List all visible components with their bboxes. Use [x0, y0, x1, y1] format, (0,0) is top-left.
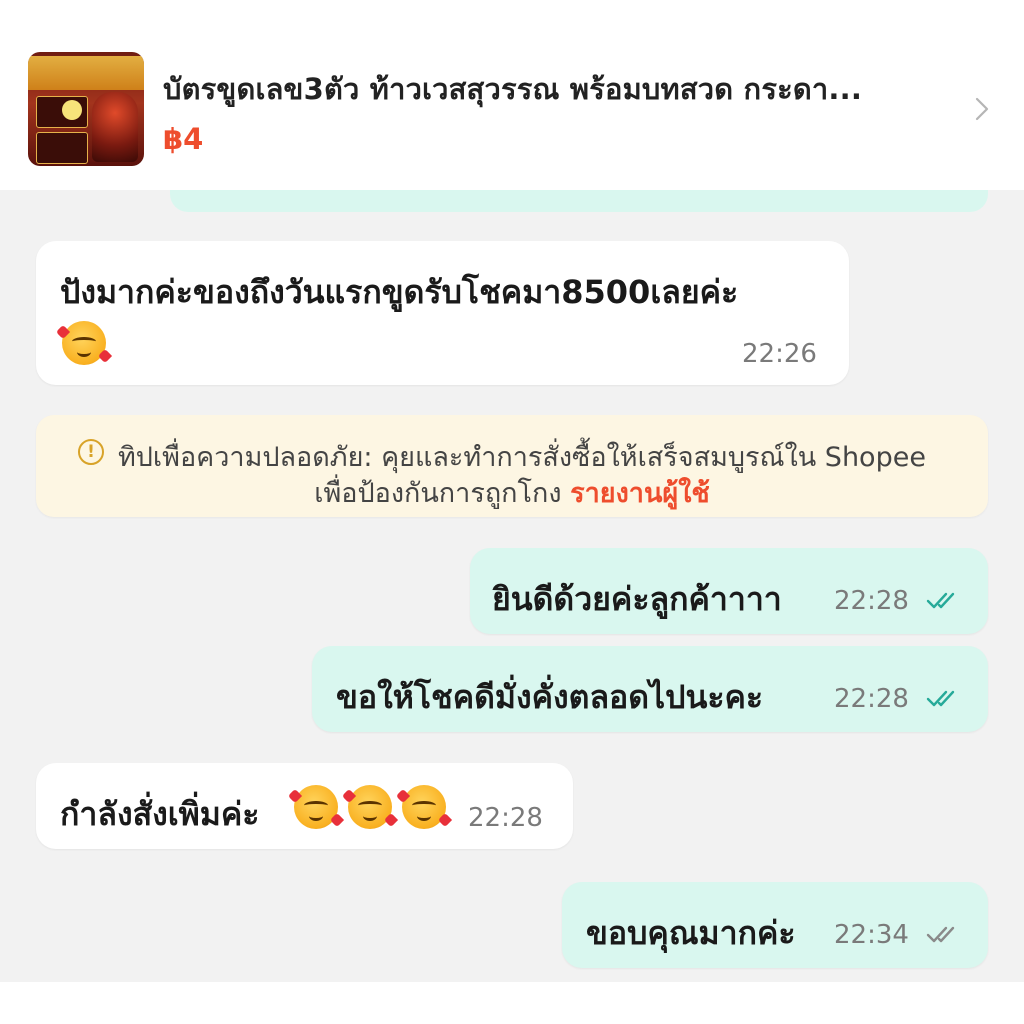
product-price: ฿4 — [163, 122, 204, 156]
message-bubble-incoming[interactable]: กำลังสั่งเพิ่มค่ะ 22:28 — [36, 763, 573, 849]
smiling-face-with-hearts-icon — [348, 785, 392, 829]
info-icon: ! — [78, 439, 104, 465]
message-bubble-outgoing[interactable]: ยินดีด้วยค่ะลูกค้าาาา 22:28 — [470, 548, 988, 634]
chevron-right-icon[interactable] — [972, 96, 992, 122]
message-time: 22:28 — [834, 684, 909, 714]
message-bubble-outgoing[interactable]: ขอให้โชคดีมั่งคั่งตลอดไปนะคะ 22:28 — [312, 646, 988, 732]
message-time: 22:28 — [468, 803, 543, 833]
message-text: ปังมากค่ะของถึงวันแรกขูดรับโชคมา8500เลยค… — [60, 273, 739, 311]
message-bubble-outgoing[interactable]: ขอบคุณมากค่ะ 22:34 — [562, 882, 988, 968]
chat-screen: บัตรขูดเลข3ตัว ท้าวเวสสุวรรณ พร้อมบทสวด … — [0, 0, 1024, 1024]
read-receipt-icon — [926, 690, 955, 707]
message-text: ขอให้โชคดีมั่งคั่งตลอดไปนะคะ — [336, 678, 764, 716]
product-card[interactable]: บัตรขูดเลข3ตัว ท้าวเวสสุวรรณ พร้อมบทสวด … — [0, 0, 1024, 190]
product-title[interactable]: บัตรขูดเลข3ตัว ท้าวเวสสุวรรณ พร้อมบทสวด … — [163, 66, 923, 112]
smiling-face-with-hearts-icon — [294, 785, 338, 829]
message-time: 22:26 — [742, 339, 817, 369]
smiling-face-with-hearts-icon — [62, 321, 106, 365]
message-time: 22:28 — [834, 586, 909, 616]
message-text: ยินดีด้วยค่ะลูกค้าาาา — [492, 580, 782, 618]
bottom-bar — [0, 982, 1024, 1024]
read-receipt-icon — [926, 592, 955, 609]
message-text: กำลังสั่งเพิ่มค่ะ — [60, 795, 260, 833]
message-bubble-incoming[interactable]: ปังมากค่ะของถึงวันแรกขูดรับโชคมา8500เลยค… — [36, 241, 849, 385]
safety-tip-text-line2: เพื่อป้องกันการถูกโกง รายงานผู้ใช้ — [0, 471, 1024, 514]
message-text: ขอบคุณมากค่ะ — [586, 914, 796, 952]
safety-tip-text-cont: เพื่อป้องกันการถูกโกง — [314, 478, 562, 509]
smiling-face-with-hearts-icon — [402, 785, 446, 829]
message-time: 22:34 — [834, 920, 909, 950]
delivered-receipt-icon — [926, 926, 955, 943]
product-thumbnail[interactable] — [28, 52, 144, 166]
report-user-link[interactable]: รายงานผู้ใช้ — [570, 478, 710, 509]
